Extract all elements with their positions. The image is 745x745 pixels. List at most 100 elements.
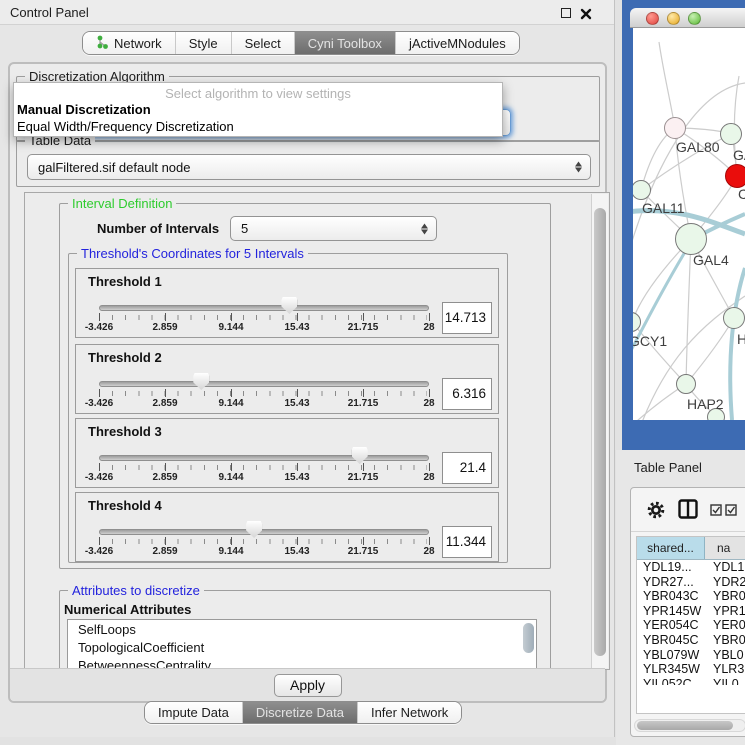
- settings-scrollbar-thumb[interactable]: [594, 208, 606, 656]
- node-label: C: [738, 186, 745, 202]
- tick-label: 21.715: [348, 472, 379, 483]
- threshold-2-panel: Threshold 2 -3.426 2.859 9.144 15.43 21.…: [75, 344, 499, 414]
- network-window: GAL80 GA C GAL11 GAL4 GCY1 H HAP2: [622, 0, 745, 450]
- threshold-1-value[interactable]: 14.713: [442, 302, 492, 334]
- threshold-2-value[interactable]: 6.316: [442, 378, 492, 410]
- cell-name: YBR0: [705, 633, 745, 648]
- tick-label: 2.859: [152, 472, 177, 483]
- close-traffic-light-icon[interactable]: [646, 12, 659, 25]
- tab-jactivemnodules-label: jActiveMNodules: [409, 36, 506, 51]
- table-row[interactable]: YBL079WYBL0: [637, 648, 745, 663]
- tab-select[interactable]: Select: [232, 32, 295, 54]
- table-row[interactable]: YBR045CYBR0: [637, 633, 745, 648]
- cell-shared-name: YLR345W: [637, 662, 705, 677]
- threshold-4-value[interactable]: 11.344: [442, 526, 492, 558]
- cell-shared-name: YBL079W: [637, 648, 705, 663]
- slider-thumb[interactable]: [246, 521, 262, 538]
- numerical-attributes-label: Numerical Attributes: [64, 602, 191, 617]
- network-node[interactable]: [664, 117, 686, 139]
- algorithm-option-manual[interactable]: Manual Discretization: [17, 102, 151, 117]
- tab-network[interactable]: Network: [83, 32, 176, 54]
- tick-label: 21.715: [348, 398, 379, 409]
- slider-thumb[interactable]: [193, 373, 209, 390]
- tick-label: 21.715: [348, 322, 379, 333]
- table-row[interactable]: YLR345WYLR3: [637, 662, 745, 677]
- cell-name: YDR2: [705, 575, 745, 590]
- checkbox-columns-icon[interactable]: [710, 503, 738, 521]
- table-data-combobox[interactable]: galFiltered.sif default node: [27, 154, 591, 180]
- table-horizontal-scrollbar[interactable]: [634, 719, 745, 732]
- algorithm-popup-hint: Select algorithm to view settings: [14, 86, 502, 101]
- tab-impute-data[interactable]: Impute Data: [145, 702, 243, 723]
- cell-name: YLR3: [705, 662, 745, 677]
- numerical-attributes-list[interactable]: SelfLoops TopologicalCoefficient Between…: [67, 619, 537, 670]
- network-node-selected[interactable]: [725, 164, 745, 188]
- threshold-3-value[interactable]: 21.4: [442, 452, 492, 484]
- list-item[interactable]: SelfLoops: [68, 620, 536, 638]
- slider-thumb[interactable]: [281, 297, 297, 314]
- zoom-traffic-light-icon[interactable]: [688, 12, 701, 25]
- float-window-icon[interactable]: [561, 8, 571, 18]
- tab-infer-network[interactable]: Infer Network: [358, 702, 461, 723]
- apply-button[interactable]: Apply: [274, 674, 342, 697]
- cell-name: YBR0: [705, 589, 745, 604]
- threshold-2-slider[interactable]: -3.426 2.859 9.144 15.43 21.715 28: [99, 345, 429, 415]
- tab-discretize-data[interactable]: Discretize Data: [243, 702, 358, 723]
- close-icon[interactable]: [580, 7, 592, 19]
- table-horizontal-scrollbar-thumb[interactable]: [637, 721, 733, 730]
- cell-shared-name: YPR145W: [637, 604, 705, 619]
- network-node[interactable]: [675, 223, 707, 255]
- table-panel: Table Panel: [616, 450, 745, 745]
- combo-stepper-icon: [575, 162, 582, 173]
- network-node[interactable]: [723, 307, 745, 329]
- number-of-intervals-spinner[interactable]: 5: [230, 216, 437, 241]
- tick-label: -3.426: [85, 322, 113, 333]
- threshold-1-slider[interactable]: -3.426 2.859 9.144 15.43 21.715 28: [99, 269, 429, 339]
- tick-label: -3.426: [85, 546, 113, 557]
- tab-cyni-toolbox[interactable]: Cyni Toolbox: [295, 32, 396, 54]
- split-columns-icon[interactable]: [678, 499, 698, 524]
- node-label: GA: [733, 147, 745, 163]
- minimize-traffic-light-icon[interactable]: [667, 12, 680, 25]
- network-canvas[interactable]: GAL80 GA C GAL11 GAL4 GCY1 H HAP2: [633, 28, 745, 420]
- table-header-row: shared... na: [637, 537, 745, 560]
- threshold-3-slider[interactable]: -3.426 2.859 9.144 15.43 21.715 28: [99, 419, 429, 489]
- number-of-intervals-value: 5: [241, 221, 248, 236]
- settings-scrollbar[interactable]: [591, 194, 608, 668]
- column-header-shared[interactable]: shared...: [637, 537, 705, 559]
- cell-shared-name: YBR043C: [637, 589, 705, 604]
- network-node[interactable]: [676, 374, 696, 394]
- table-row[interactable]: YDL19...YDL1: [637, 560, 745, 575]
- list-scrollbar-thumb[interactable]: [523, 623, 534, 653]
- network-node[interactable]: [720, 123, 742, 145]
- table-row[interactable]: YPR145WYPR1: [637, 604, 745, 619]
- attributes-group-title: Attributes to discretize: [68, 583, 204, 598]
- tick-label: 28: [423, 398, 434, 409]
- table-row[interactable]: YBR043CYBR0: [637, 589, 745, 604]
- threshold-4-panel: Threshold 4 -3.426 2.859 9.144 15.43 21.…: [75, 492, 499, 562]
- table-panel-toolbar: [631, 488, 745, 532]
- slider-track: [99, 305, 429, 311]
- gear-icon[interactable]: [645, 499, 667, 526]
- table-row[interactable]: YER054CYER0: [637, 618, 745, 633]
- node-label: GAL80: [676, 139, 720, 155]
- network-window-titlebar: [630, 8, 745, 28]
- table-row[interactable]: YDR27...YDR2: [637, 575, 745, 590]
- slider-thumb[interactable]: [352, 447, 368, 464]
- control-panel-titlebar: Control Panel: [0, 0, 614, 25]
- tab-style[interactable]: Style: [176, 32, 232, 54]
- list-item[interactable]: TopologicalCoefficient: [68, 638, 536, 656]
- threshold-4-slider[interactable]: -3.426 2.859 9.144 15.43 21.715 28: [99, 493, 429, 563]
- slider-minor-ticks: [99, 539, 427, 544]
- cyni-toolbox-panel: Discretization Algorithm Table Data galF…: [8, 62, 607, 703]
- tick-label: 28: [423, 546, 434, 557]
- top-tab-bar: Network Style Select Cyni Toolbox jActiv…: [82, 31, 520, 55]
- algorithm-option-equal-width[interactable]: Equal Width/Frequency Discretization: [17, 119, 234, 134]
- tick-label: 15.43: [284, 322, 309, 333]
- node-table: shared... na YDL19...YDL1 YDR27...YDR2 Y…: [636, 536, 745, 714]
- slider-minor-ticks: [99, 391, 427, 396]
- tab-jactivemnodules[interactable]: jActiveMNodules: [396, 32, 519, 54]
- tick-label: 9.144: [218, 322, 243, 333]
- table-row[interactable]: YIL052CYIL0: [637, 677, 745, 685]
- column-header-name[interactable]: na: [705, 537, 745, 559]
